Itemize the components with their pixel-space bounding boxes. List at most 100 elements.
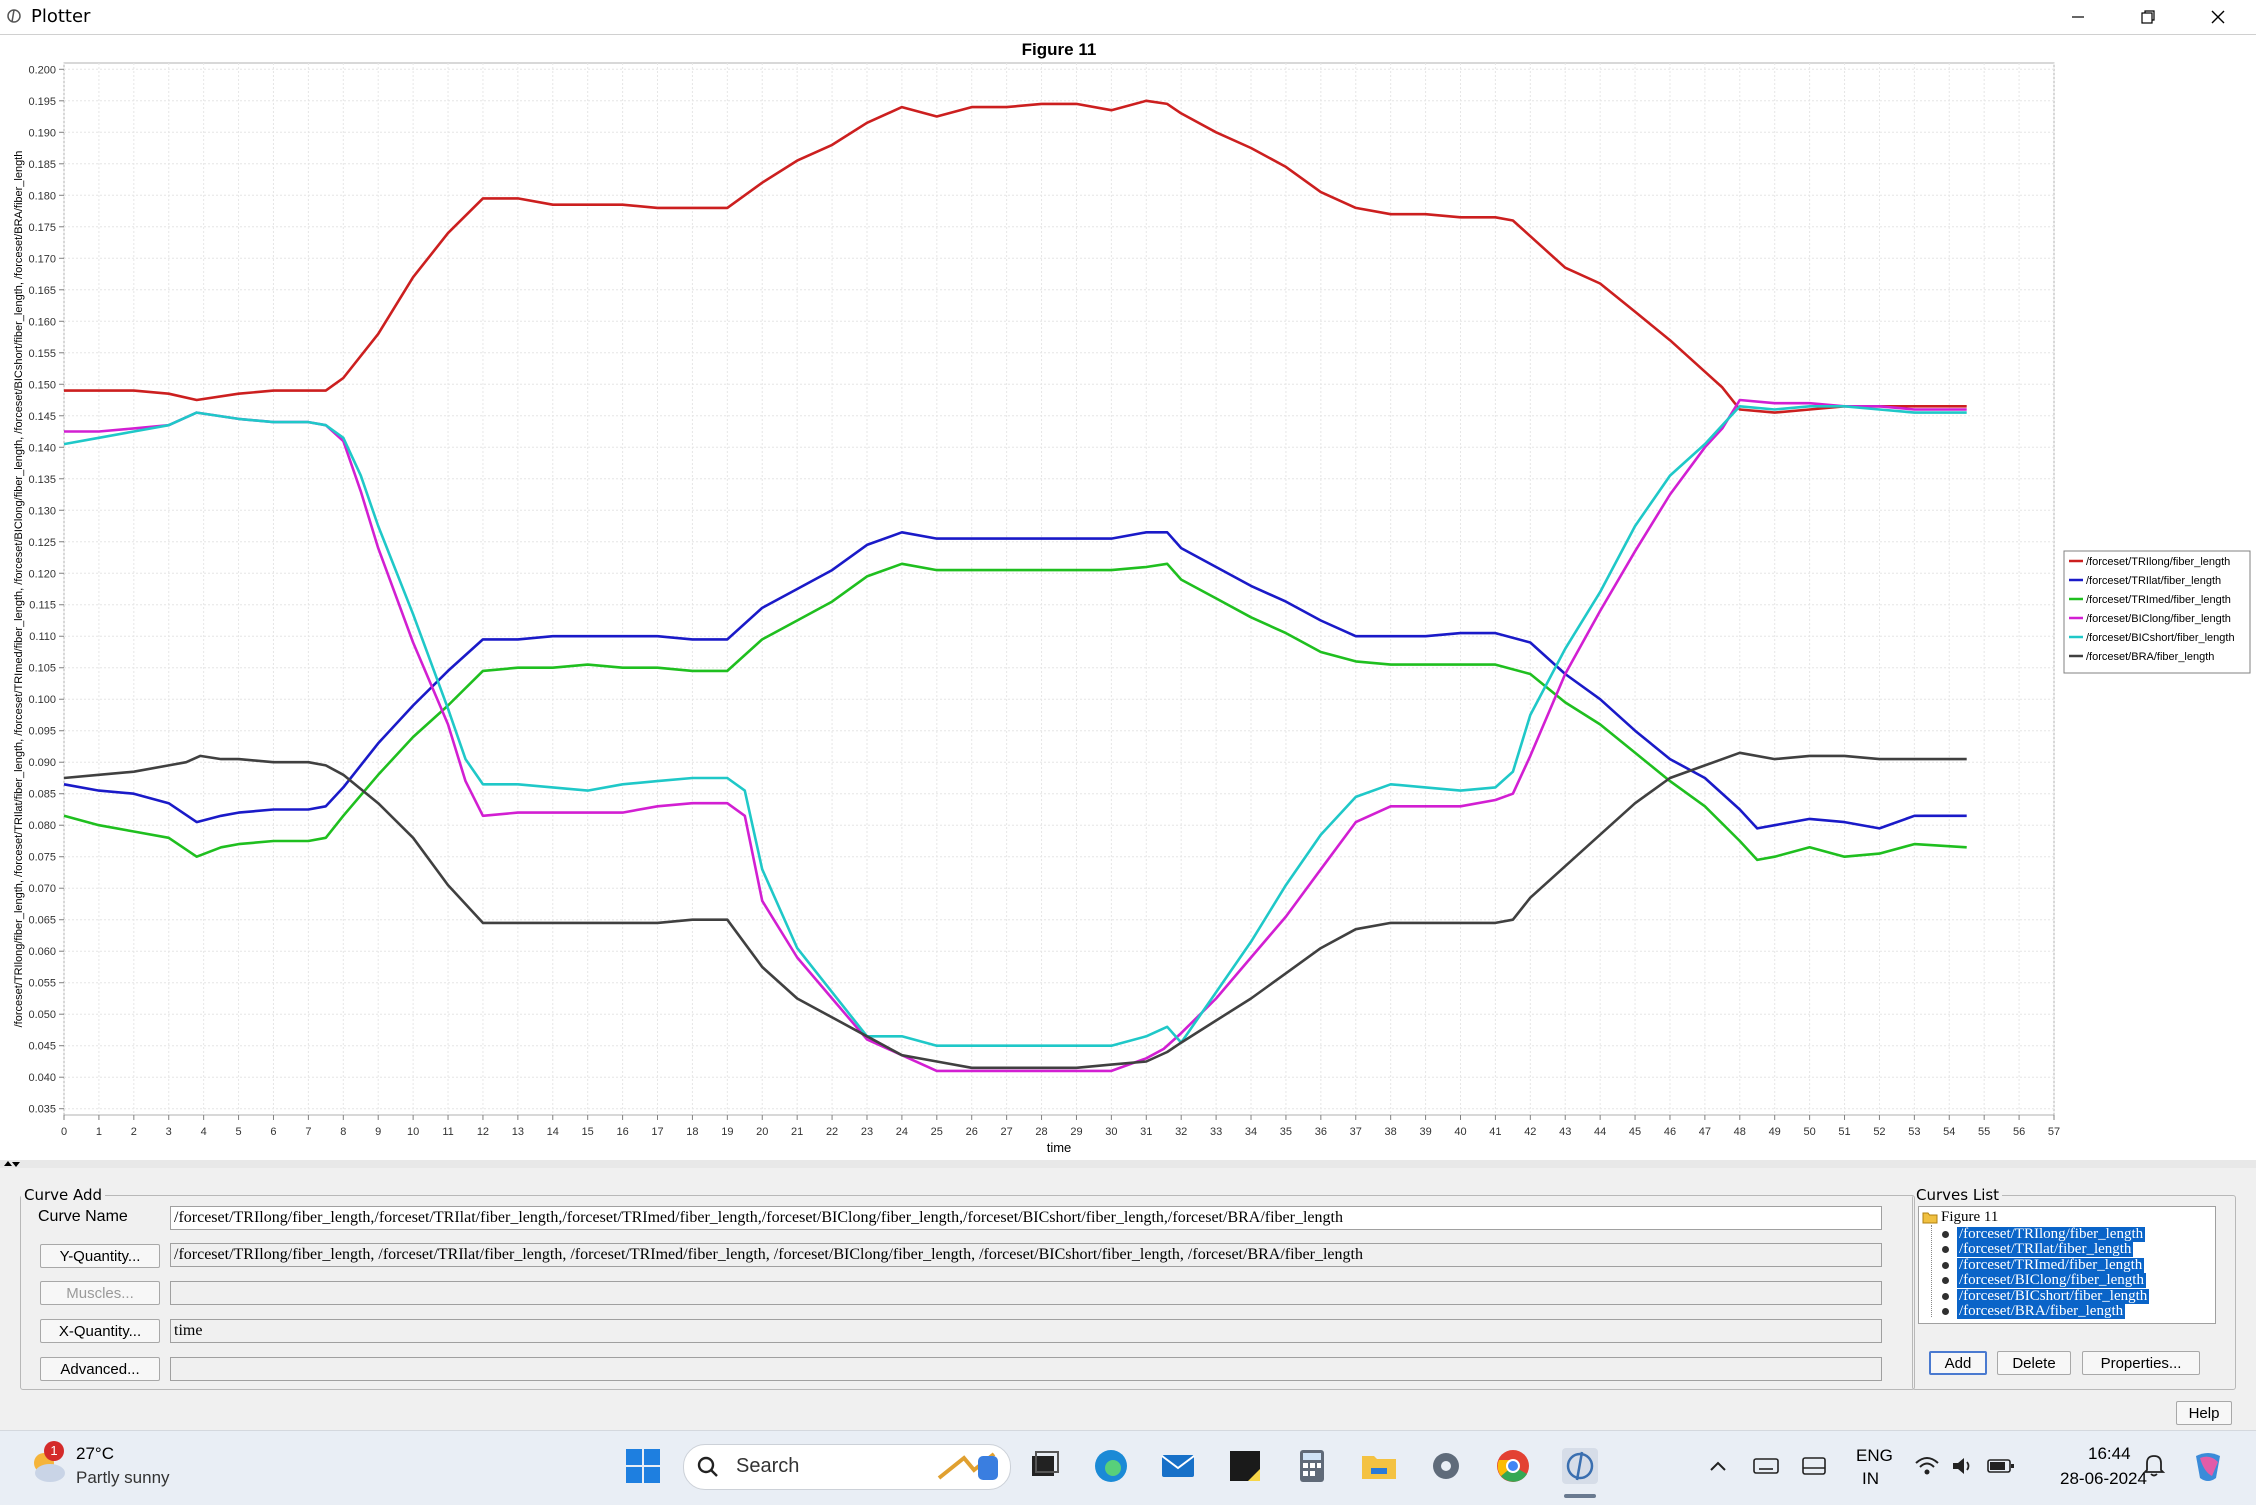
- restore-button[interactable]: [2114, 0, 2182, 34]
- x-tick-label: 29: [1070, 1126, 1082, 1138]
- x-tick-label: 20: [756, 1126, 768, 1138]
- x-tick-label: 28: [1035, 1126, 1047, 1138]
- y-tick-label: 0.175: [28, 222, 56, 234]
- calculator-icon[interactable]: [1292, 1446, 1332, 1486]
- x-tick-label: 33: [1210, 1126, 1222, 1138]
- battery-icon[interactable]: [1986, 1456, 2016, 1476]
- y-tick-label: 0.180: [28, 190, 56, 202]
- notification-bell-icon[interactable]: [2142, 1452, 2166, 1478]
- tree-root[interactable]: Figure 11: [1922, 1209, 1998, 1226]
- curve-list-item[interactable]: /forceset/TRIlat/fiber_length: [1957, 1242, 2134, 1257]
- x-tick-label: 15: [582, 1126, 594, 1138]
- x-tick-label: 11: [442, 1126, 453, 1138]
- mail-icon[interactable]: [1158, 1446, 1198, 1486]
- curves-tree[interactable]: Figure 11 /forceset/TRIlong/fiber_length…: [1918, 1206, 2216, 1324]
- x-tick-label: 19: [721, 1126, 733, 1138]
- chrome-browser-icon[interactable]: [1493, 1446, 1533, 1486]
- y-tick-label: 0.095: [28, 726, 56, 738]
- y-quantity-field[interactable]: /forceset/TRIlong/fiber_length, /forcese…: [170, 1243, 1882, 1267]
- y-tick-label: 0.040: [28, 1072, 56, 1084]
- delete-button[interactable]: Delete: [1997, 1351, 2071, 1375]
- help-button[interactable]: Help: [2176, 1401, 2232, 1425]
- tree-node-icon: [1942, 1246, 1949, 1253]
- legend-label: /forceset/TRIlong/fiber_length: [2086, 556, 2230, 568]
- opensim-app-icon[interactable]: [1560, 1446, 1600, 1486]
- x-tick-label: 31: [1140, 1126, 1152, 1138]
- sticky-notes-icon[interactable]: [1225, 1446, 1265, 1486]
- folder-icon: [1922, 1212, 1938, 1224]
- close-button[interactable]: [2184, 0, 2252, 34]
- curve-add-legend: Curve Add: [24, 1186, 103, 1204]
- active-app-indicator: [1564, 1494, 1596, 1498]
- y-tick-label: 0.185: [28, 159, 56, 171]
- y-tick-label: 0.100: [28, 694, 56, 706]
- y-tick-label: 0.115: [29, 600, 56, 612]
- chevron-up-icon[interactable]: [1708, 1458, 1728, 1474]
- x-quantity-button[interactable]: X-Quantity...: [40, 1319, 160, 1343]
- curve-list-item[interactable]: /forceset/TRImed/fiber_length: [1957, 1258, 2145, 1273]
- y-tick-label: 0.165: [28, 285, 56, 297]
- legend-label: /forceset/BRA/fiber_length: [2086, 651, 2214, 663]
- x-tick-label: 6: [270, 1126, 276, 1138]
- x-tick-label: 51: [1838, 1126, 1850, 1138]
- clock-time[interactable]: 16:44: [2088, 1444, 2131, 1464]
- edge-browser-icon[interactable]: [1091, 1446, 1131, 1486]
- y-tick-label: 0.065: [28, 915, 56, 927]
- x-tick-label: 25: [931, 1126, 943, 1138]
- advanced-button[interactable]: Advanced...: [40, 1357, 160, 1381]
- add-button[interactable]: Add: [1929, 1351, 1987, 1375]
- weather-description[interactable]: Partly sunny: [76, 1468, 170, 1488]
- properties-button[interactable]: Properties...: [2082, 1351, 2200, 1375]
- y-tick-label: 0.110: [29, 631, 56, 643]
- y-tick-label: 0.195: [28, 96, 56, 108]
- weather-badge: 1: [44, 1441, 64, 1461]
- windows-start-icon[interactable]: [623, 1446, 663, 1486]
- curve-list-item[interactable]: /forceset/BICshort/fiber_length: [1957, 1289, 2150, 1304]
- weather-temperature[interactable]: 27°C: [76, 1444, 114, 1464]
- legend-label: /forceset/BIClong/fiber_length: [2086, 613, 2231, 625]
- file-explorer-icon[interactable]: [1359, 1446, 1399, 1486]
- x-tick-label: 26: [966, 1126, 978, 1138]
- panel-splitter[interactable]: [0, 1160, 2256, 1168]
- curve-list-item[interactable]: /forceset/BRA/fiber_length: [1957, 1304, 2126, 1319]
- settings-gear-icon[interactable]: [1426, 1446, 1466, 1486]
- minimize-button[interactable]: [2044, 0, 2112, 34]
- tree-node-icon: [1942, 1308, 1949, 1315]
- advanced-field[interactable]: [170, 1357, 1882, 1381]
- x-tick-label: 49: [1769, 1126, 1781, 1138]
- line-chart[interactable]: 0 1 2 3 4 5 6 7 8 9 10 11 12 13 14 15 16 17 18 19 20 21 22 23 24…: [0, 35, 2256, 1160]
- wifi-icon[interactable]: [1914, 1454, 1940, 1478]
- y-tick-label: 0.150: [28, 379, 56, 391]
- muscles-button[interactable]: Muscles...: [40, 1281, 160, 1305]
- chart-legend: /forceset/TRIlong/fiber_length/forceset/…: [2063, 550, 2251, 674]
- x-tick-label: 46: [1664, 1126, 1676, 1138]
- y-quantity-button[interactable]: Y-Quantity...: [40, 1244, 160, 1268]
- muscles-field[interactable]: [170, 1281, 1882, 1305]
- curve-list-item[interactable]: /forceset/TRIlong/fiber_length: [1957, 1227, 2146, 1242]
- x-tick-label: 42: [1524, 1126, 1536, 1138]
- x-tick-label: 17: [651, 1126, 663, 1138]
- x-quantity-field[interactable]: time: [170, 1319, 1882, 1343]
- x-tick-label: 50: [1803, 1126, 1815, 1138]
- y-tick-label: 0.120: [28, 568, 56, 580]
- plot-panel[interactable]: 0 1 2 3 4 5 6 7 8 9 10 11 12 13 14 15 16 17 18 19 20 21 22 23 24…: [0, 35, 2256, 1160]
- touchpad-icon[interactable]: [1800, 1455, 1828, 1477]
- x-tick-label: 24: [896, 1126, 908, 1138]
- x-tick-label: 35: [1280, 1126, 1292, 1138]
- y-tick-label: 0.190: [28, 127, 56, 139]
- copilot-icon[interactable]: [2190, 1450, 2226, 1484]
- task-view-icon[interactable]: [1024, 1446, 1064, 1486]
- clock-date[interactable]: 28-06-2024: [2060, 1469, 2147, 1489]
- region-indicator[interactable]: IN: [1862, 1469, 1879, 1489]
- x-axis-label: time: [1047, 1140, 1072, 1155]
- x-tick-label: 8: [340, 1126, 346, 1138]
- x-tick-label: 10: [407, 1126, 419, 1138]
- curve-list-item[interactable]: /forceset/BIClong/fiber_length: [1957, 1273, 2146, 1288]
- curve-name-input[interactable]: /forceset/TRIlong/fiber_length,/forceset…: [170, 1206, 1882, 1230]
- x-tick-label: 27: [1001, 1126, 1013, 1138]
- keyboard-icon[interactable]: [1752, 1455, 1780, 1477]
- language-indicator[interactable]: ENG: [1856, 1446, 1893, 1466]
- collapse-arrows-icon[interactable]: [2, 1160, 22, 1168]
- volume-icon[interactable]: [1950, 1454, 1976, 1478]
- y-tick-label: 0.125: [28, 537, 56, 549]
